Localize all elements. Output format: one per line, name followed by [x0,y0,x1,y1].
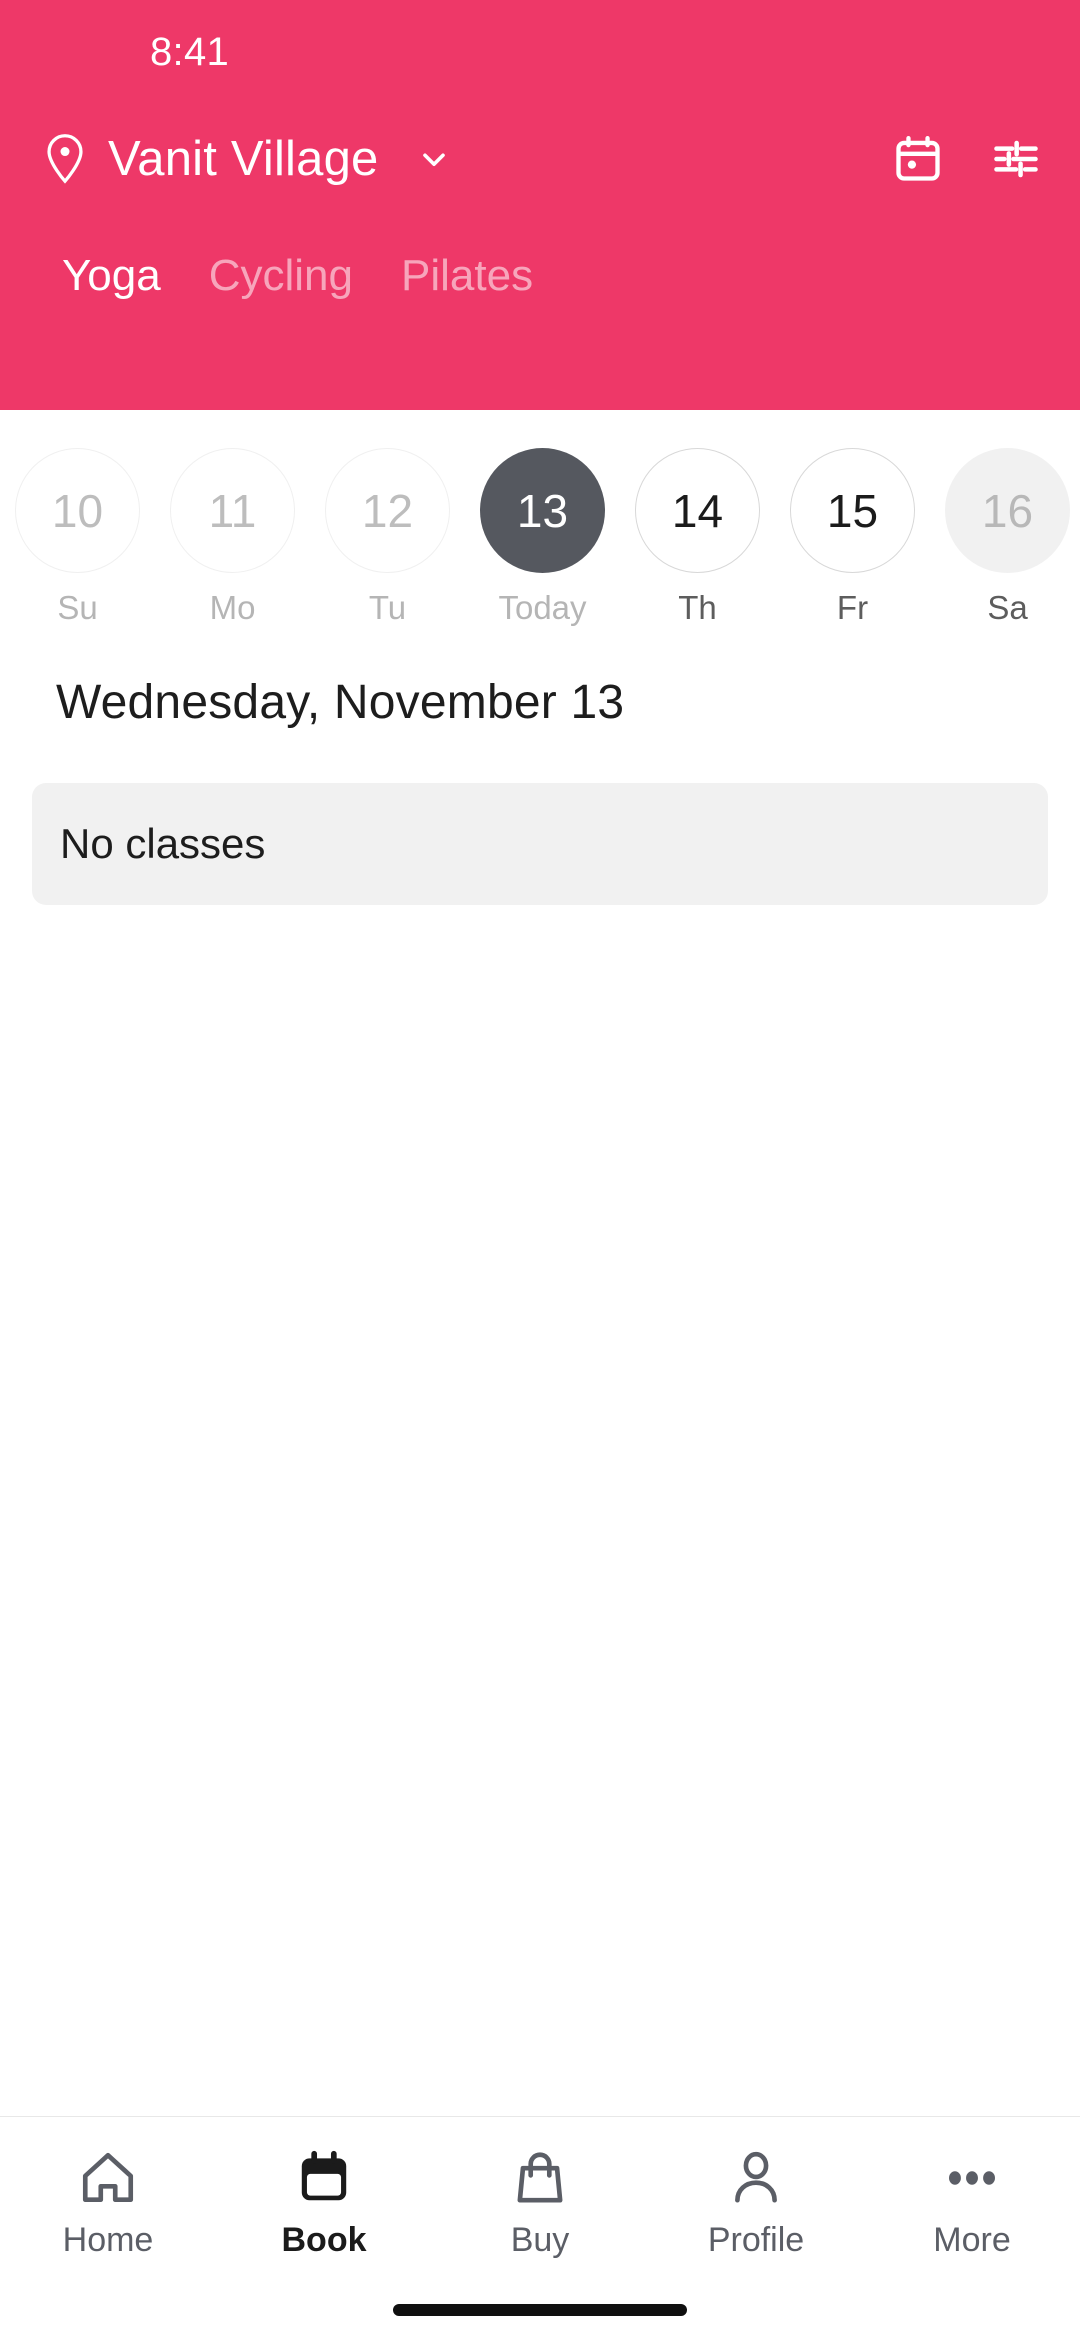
home-icon [77,2147,139,2209]
date-weekday-label: Mo [209,589,256,626]
date-weekday-label: Th [678,589,717,626]
location-name: Vanit Village [108,132,379,186]
filter-sliders-icon[interactable] [990,133,1042,185]
three-dots-icon [941,2147,1003,2209]
nav-item-more[interactable]: More [864,2147,1080,2260]
nav-item-profile[interactable]: Profile [648,2147,864,2260]
header-actions [892,133,1042,185]
calendar-filled-icon [293,2147,355,2209]
date-strip[interactable]: 10 Su 11 Mo 12 Tu 13 Today 14 Th 15 Fr 1… [0,410,1080,627]
date-cell-13-today[interactable]: 13 Today [465,448,620,627]
shopping-bag-icon [509,2147,571,2209]
date-cell-15[interactable]: 15 Fr [775,448,930,627]
date-number: 11 [170,448,295,573]
chevron-down-icon[interactable] [400,141,452,177]
location-pin-icon [44,133,86,185]
location-selector[interactable]: Vanit Village [44,131,452,187]
person-icon [725,2147,787,2209]
home-indicator [393,2304,687,2316]
nav-item-buy[interactable]: Buy [432,2147,648,2260]
date-cell-14[interactable]: 14 Th [620,448,775,627]
day-heading: Wednesday, November 13 [56,676,625,729]
date-cell-16[interactable]: 16 Sa [930,448,1080,627]
nav-label: Book [281,2221,367,2259]
date-number: 12 [325,448,450,573]
date-weekday-label: Sa [987,589,1028,626]
calendar-icon[interactable] [892,133,944,185]
date-number: 15 [790,448,915,573]
date-weekday-label: Today [498,589,587,626]
status-bar-time: 8:41 [150,29,230,74]
no-classes-text: No classes [60,820,266,867]
date-weekday-label: Fr [836,589,869,626]
main-content: Wednesday, November 13 No classes [0,627,1080,2116]
tab-yoga[interactable]: Yoga [38,251,185,300]
header-row: Vanit Village [0,104,1080,214]
tab-pilates[interactable]: Pilates [377,251,557,300]
app-screen: 8:41 Vanit Village Yoga Cycling Pilates … [0,0,1080,2340]
nav-label: More [933,2221,1011,2259]
date-number: 16 [945,448,1070,573]
nav-item-book[interactable]: Book [216,2147,432,2260]
tab-cycling[interactable]: Cycling [185,251,377,300]
date-number: 14 [635,448,760,573]
date-number: 10 [15,448,140,573]
date-cell-12[interactable]: 12 Tu [310,448,465,627]
nav-label: Profile [707,2221,805,2259]
nav-item-home[interactable]: Home [0,2147,216,2260]
date-cell-10[interactable]: 10 Su [0,448,155,627]
date-weekday-label: Tu [368,589,407,626]
date-cell-11[interactable]: 11 Mo [155,448,310,627]
status-bar: 8:41 [0,0,1080,104]
nav-label: Home [62,2221,154,2259]
nav-label: Buy [510,2221,570,2259]
date-number: 13 [480,448,605,573]
no-classes-card: No classes [32,783,1048,905]
category-tabs: Yoga Cycling Pilates [0,251,1080,300]
date-weekday-label: Su [57,589,98,626]
app-header: 8:41 Vanit Village Yoga Cycling Pilates [0,0,1080,410]
bottom-navigation: Home Book Buy Profile More [0,2116,1080,2340]
